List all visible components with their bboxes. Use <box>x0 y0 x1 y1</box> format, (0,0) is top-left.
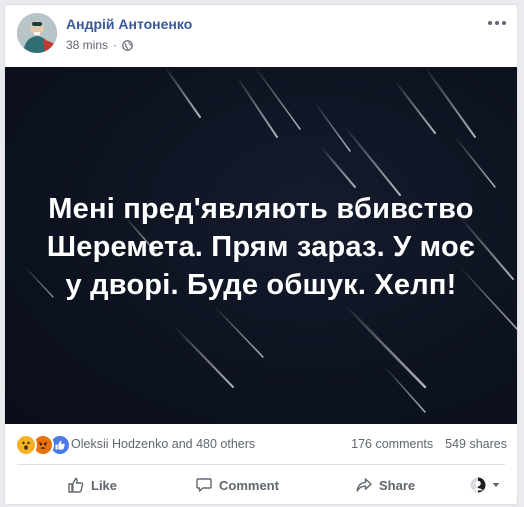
globe-icon[interactable] <box>122 39 133 51</box>
more-options-icon[interactable] <box>487 15 507 31</box>
caption-line: Мені пред'являють вбивство <box>48 193 474 225</box>
profile-selector[interactable] <box>469 476 501 494</box>
share-label: Share <box>379 477 416 493</box>
feed-post: Андрій Антоненко 38 mins · Мені пред'явл… <box>4 4 518 505</box>
author-name[interactable]: Андрій Антоненко <box>66 16 192 32</box>
comment-button[interactable]: Comment <box>165 469 305 501</box>
thumbs-up-icon <box>68 477 84 493</box>
reaction-icons[interactable] <box>15 434 71 456</box>
shares-count[interactable]: 549 shares <box>445 437 507 451</box>
share-button[interactable]: Share <box>305 469 445 501</box>
share-arrow-icon <box>356 478 372 492</box>
post-actions: Like Comment Share <box>5 466 517 504</box>
post-header: Андрій Антоненко 38 mins · <box>5 5 517 67</box>
post-image[interactable]: Мені пред'являють вбивство Шеремета. Пря… <box>5 67 517 424</box>
author-avatar[interactable] <box>17 13 57 53</box>
post-timestamp[interactable]: 38 mins <box>66 38 108 52</box>
caption-line: Шеремета. Прям зараз. У моє <box>46 231 476 263</box>
image-caption: Мені пред'являють вбивство Шеремета. Пря… <box>5 190 517 304</box>
profile-selector-icon <box>470 477 486 493</box>
comment-icon <box>196 478 212 492</box>
like-button[interactable]: Like <box>5 469 165 501</box>
dot-separator: · <box>113 38 118 52</box>
actions-divider <box>17 464 505 465</box>
comments-count[interactable]: 176 comments <box>351 437 433 451</box>
reactors-text[interactable]: Oleksii Hodzenko and 480 others <box>71 437 255 451</box>
caption-line: у дворі. Буде обшук. Хелп! <box>65 269 457 301</box>
chevron-down-icon <box>492 483 500 487</box>
comment-label: Comment <box>219 477 279 493</box>
post-meta: 38 mins · <box>66 38 133 52</box>
post-stats: Oleksii Hodzenko and 480 others 176 comm… <box>5 424 517 464</box>
like-label: Like <box>91 477 118 493</box>
wow-reaction-icon[interactable] <box>15 434 37 456</box>
engagement-counts: 176 comments 549 shares <box>351 437 507 451</box>
